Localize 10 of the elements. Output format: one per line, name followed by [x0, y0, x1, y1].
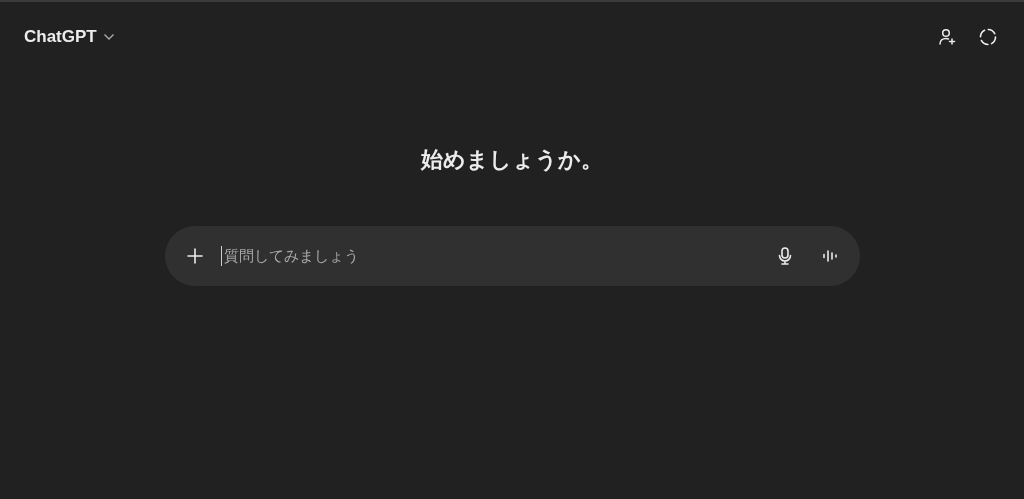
- plus-icon[interactable]: [186, 248, 203, 264]
- dashed-circle-icon[interactable]: [978, 27, 998, 47]
- add-person-icon[interactable]: [938, 28, 956, 46]
- greeting-heading: 始めましょうか。: [421, 146, 603, 174]
- model-selector[interactable]: ChatGPT: [16, 23, 123, 51]
- microphone-icon[interactable]: [777, 247, 792, 265]
- chevron-icon: [102, 33, 115, 41]
- message-input-field[interactable]: 質問してみましょう: [220, 246, 778, 266]
- message-composer[interactable]: 質問してみましょう: [164, 226, 860, 286]
- voice-wave-icon[interactable]: [821, 249, 838, 263]
